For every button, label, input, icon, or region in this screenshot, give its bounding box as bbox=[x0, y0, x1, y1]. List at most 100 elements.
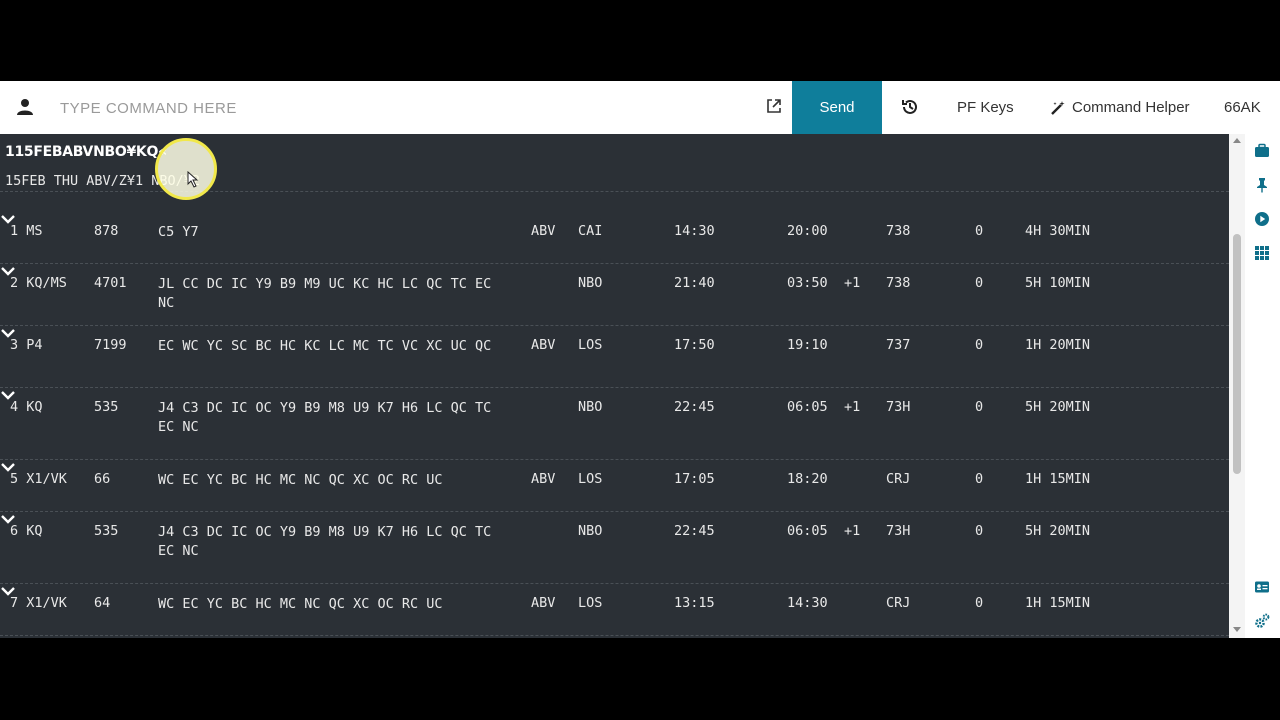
day-offset: +1 bbox=[844, 275, 861, 291]
flight-duration: 5H 20MIN bbox=[1025, 523, 1091, 539]
destination-code: LOS bbox=[578, 471, 603, 487]
destination-code: CAI bbox=[578, 223, 603, 239]
flight-duration: 4H 30MIN bbox=[1025, 223, 1091, 239]
arrival-time: 03:50 bbox=[787, 275, 828, 291]
mouse-cursor-highlight bbox=[155, 138, 217, 200]
booking-classes: C5 Y7 bbox=[158, 224, 199, 240]
user-icon[interactable] bbox=[16, 98, 34, 116]
grid-icon[interactable] bbox=[1254, 245, 1270, 261]
equipment-code: 73H bbox=[886, 399, 911, 415]
flight-duration: 5H 20MIN bbox=[1025, 399, 1091, 415]
pointer-icon bbox=[187, 171, 199, 188]
booking-classes: EC WC YC SC BC HC KC LC MC TC VC XC UC Q… bbox=[158, 338, 492, 354]
settings-cogs-icon[interactable] bbox=[1254, 613, 1270, 629]
briefcase-icon[interactable] bbox=[1254, 143, 1270, 159]
booking-classes: WC EC YC BC HC MC NC QC XC OC RC UC bbox=[158, 596, 443, 612]
row-number: 7 X1/VK bbox=[10, 595, 67, 611]
row-number: 2 KQ/MS bbox=[10, 275, 67, 291]
command-bar: Send PF Keys Command Helper 66AK bbox=[0, 81, 1280, 134]
flight-number: 535 bbox=[94, 523, 119, 539]
command-helper-label: Command Helper bbox=[1072, 99, 1190, 116]
stops-count: 0 bbox=[975, 595, 984, 611]
day-offset: +1 bbox=[844, 399, 861, 415]
equipment-code: 738 bbox=[886, 275, 911, 291]
flight-duration: 5H 10MIN bbox=[1025, 275, 1091, 291]
flight-number: 7199 bbox=[94, 337, 127, 353]
stops-count: 0 bbox=[975, 471, 984, 487]
arrival-time: 19:10 bbox=[787, 337, 828, 353]
flight-number: 878 bbox=[94, 223, 119, 239]
magic-wand-icon bbox=[1051, 100, 1065, 115]
flight-number: 66 bbox=[94, 471, 111, 487]
departure-time: 17:05 bbox=[674, 471, 715, 487]
stops-count: 0 bbox=[975, 523, 984, 539]
origin-code: ABV bbox=[531, 471, 556, 487]
departure-time: 13:15 bbox=[674, 595, 715, 611]
flight-duration: 1H 15MIN bbox=[1025, 595, 1091, 611]
flight-duration: 1H 15MIN bbox=[1025, 471, 1091, 487]
id-card-icon[interactable] bbox=[1254, 579, 1270, 595]
command-echo: 115FEBABVNBO¥KQ« bbox=[5, 144, 167, 160]
stops-count: 0 bbox=[975, 399, 984, 415]
departure-time: 22:45 bbox=[674, 523, 715, 539]
right-toolbar bbox=[1245, 134, 1280, 638]
destination-code: NBO bbox=[578, 399, 603, 415]
flight-row[interactable]: 7 X1/VK 64 WC EC YC BC HC MC NC QC XC OC R… bbox=[0, 583, 1229, 636]
row-number: 6 KQ bbox=[10, 523, 43, 539]
scroll-down-arrow[interactable] bbox=[1233, 627, 1241, 632]
flight-row[interactable]: 5 X1/VK 66 WC EC YC BC HC MC NC QC XC OC R… bbox=[0, 459, 1229, 512]
flight-number: 535 bbox=[94, 399, 119, 415]
history-icon[interactable] bbox=[900, 97, 920, 117]
departure-time: 21:40 bbox=[674, 275, 715, 291]
terminal-output[interactable]: 115FEBABVNBO¥KQ« 15FEB THU ABV/Z¥1 NBO/¥… bbox=[0, 134, 1229, 638]
scroll-thumb[interactable] bbox=[1233, 234, 1241, 474]
equipment-code: CRJ bbox=[886, 595, 911, 611]
user-code[interactable]: 66AK bbox=[1224, 81, 1261, 134]
arrival-time: 14:30 bbox=[787, 595, 828, 611]
origin-code: ABV bbox=[531, 595, 556, 611]
flight-row[interactable]: 1 MS 878 C5 Y7 ABV CAI 14:30 20:00 738 0 4H 30MIN bbox=[0, 211, 1229, 264]
day-offset: +1 bbox=[844, 523, 861, 539]
flight-number: 64 bbox=[94, 595, 111, 611]
flight-row[interactable]: 2 KQ/MS 4701 JL CC DC IC Y9 B9 M9 UC KC HC… bbox=[0, 263, 1229, 326]
scroll-up-arrow[interactable] bbox=[1233, 138, 1241, 143]
row-number: 3 P4 bbox=[10, 337, 43, 353]
row-number: 1 MS bbox=[10, 223, 43, 239]
origin-code: ABV bbox=[531, 337, 556, 353]
command-helper-button[interactable]: Command Helper bbox=[1050, 81, 1190, 134]
arrival-time: 06:05 bbox=[787, 523, 828, 539]
row-number: 4 KQ bbox=[10, 399, 43, 415]
booking-classes: WC EC YC BC HC MC NC QC XC OC RC UC bbox=[158, 472, 443, 488]
departure-time: 14:30 bbox=[674, 223, 715, 239]
arrival-time: 06:05 bbox=[787, 399, 828, 415]
destination-code: NBO bbox=[578, 275, 603, 291]
flight-duration: 1H 20MIN bbox=[1025, 337, 1091, 353]
booking-classes: JL CC DC IC Y9 B9 M9 UC KC HC LC QC TC E… bbox=[158, 276, 492, 311]
destination-code: LOS bbox=[578, 337, 603, 353]
equipment-code: 738 bbox=[886, 223, 911, 239]
equipment-code: 73H bbox=[886, 523, 911, 539]
flight-row[interactable]: 6 KQ 535 J4 C3 DC IC OC Y9 B9 M8 U9 K7 H6 … bbox=[0, 511, 1229, 584]
send-button[interactable]: Send bbox=[792, 81, 882, 134]
stops-count: 0 bbox=[975, 275, 984, 291]
pin-icon[interactable] bbox=[1254, 177, 1270, 193]
equipment-code: 737 bbox=[886, 337, 911, 353]
flight-row[interactable]: 3 P4 7199 EC WC YC SC BC HC KC LC MC TC VC… bbox=[0, 325, 1229, 388]
play-circle-icon[interactable] bbox=[1254, 211, 1270, 227]
arrival-time: 18:20 bbox=[787, 471, 828, 487]
destination-code: NBO bbox=[578, 523, 603, 539]
command-input[interactable] bbox=[52, 93, 768, 123]
booking-classes: J4 C3 DC IC OC Y9 B9 M8 U9 K7 H6 LC QC T… bbox=[158, 524, 492, 559]
row-number: 5 X1/VK bbox=[10, 471, 67, 487]
arrival-time: 20:00 bbox=[787, 223, 828, 239]
equipment-code: CRJ bbox=[886, 471, 911, 487]
stops-count: 0 bbox=[975, 337, 984, 353]
scrollbar[interactable] bbox=[1229, 134, 1245, 638]
destination-code: LOS bbox=[578, 595, 603, 611]
external-link-icon[interactable] bbox=[766, 98, 782, 114]
flight-number: 4701 bbox=[94, 275, 127, 291]
pf-keys-button[interactable]: PF Keys bbox=[957, 81, 1014, 134]
booking-classes: J4 C3 DC IC OC Y9 B9 M8 U9 K7 H6 LC QC T… bbox=[158, 400, 492, 435]
departure-time: 22:45 bbox=[674, 399, 715, 415]
flight-row[interactable]: 4 KQ 535 J4 C3 DC IC OC Y9 B9 M8 U9 K7 H6 … bbox=[0, 387, 1229, 460]
